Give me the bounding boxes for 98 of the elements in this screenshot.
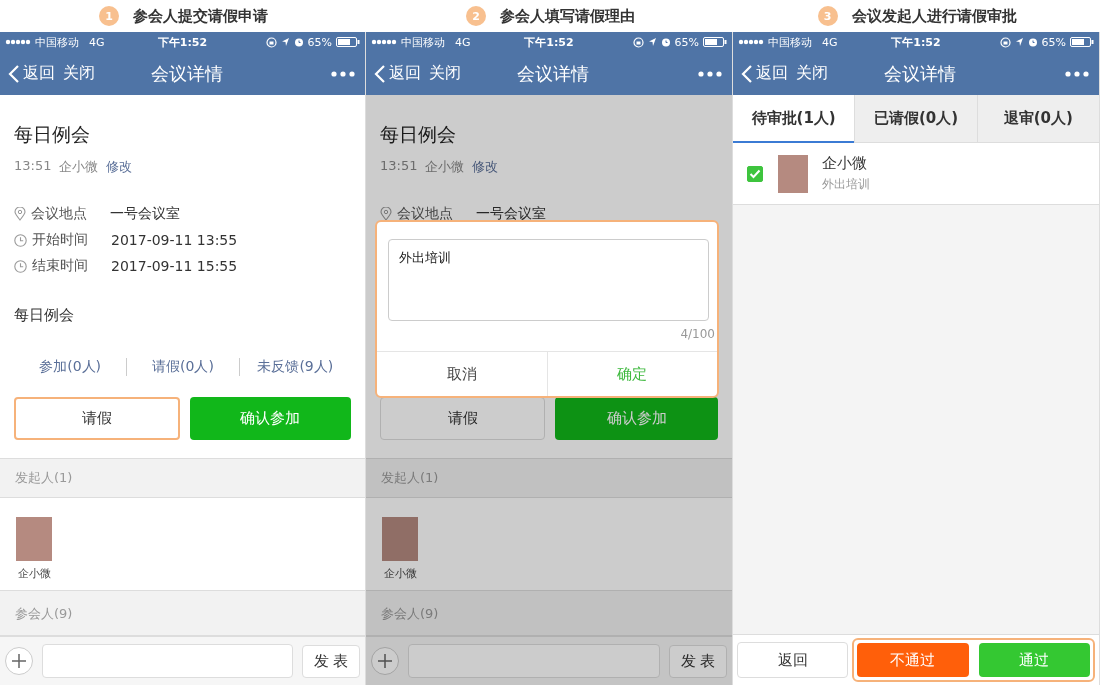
- status-time: 下午1:52: [524, 34, 574, 50]
- created-time: 13:51: [14, 158, 52, 175]
- step-number-badge: 3: [817, 6, 838, 26]
- close-button[interactable]: 关闭: [429, 63, 461, 84]
- filter-tab[interactable]: 退审(0人): [976, 95, 1099, 143]
- add-button[interactable]: [5, 647, 33, 675]
- plus-icon: [376, 652, 394, 670]
- orientation-lock-icon: [265, 36, 277, 48]
- network-type: 4G: [455, 35, 471, 49]
- created-time: 13:51: [380, 158, 418, 175]
- filter-tab[interactable]: 待审批(1人): [733, 95, 855, 143]
- person-name: 企小微: [17, 566, 51, 581]
- clock-icon: [14, 233, 27, 247]
- signal-dots-icon: [5, 39, 31, 45]
- leave-button[interactable]: 请假: [14, 397, 180, 440]
- battery-percent: 65%: [674, 35, 699, 49]
- clock-icon: [14, 259, 27, 273]
- page-title: 会议详情: [517, 61, 589, 86]
- reason-text-field[interactable]: 外出培训: [388, 239, 709, 321]
- back-button[interactable]: 返回: [8, 63, 55, 84]
- organizer-name: 企小微: [425, 158, 465, 176]
- chevron-left-icon: [741, 63, 753, 84]
- more-icon[interactable]: [331, 70, 355, 77]
- edit-link[interactable]: 修改: [106, 158, 133, 176]
- back-button[interactable]: 返回: [374, 63, 421, 84]
- location-pin-icon: [380, 207, 392, 221]
- meeting-title: 每日例会: [14, 122, 91, 147]
- organizer-name: 企小微: [59, 158, 99, 176]
- attendance-count-link[interactable]: 未反馈(9人): [238, 358, 351, 376]
- edit-link[interactable]: 修改: [472, 158, 499, 176]
- step-caption: 会议发起人进行请假审批: [851, 6, 1017, 26]
- detail-label: 开始时间: [32, 231, 89, 249]
- battery-percent: 65%: [1041, 35, 1066, 49]
- avatar-placeholder: [382, 517, 418, 561]
- character-counter: 4/100: [679, 326, 716, 343]
- location-arrow-icon: [647, 37, 657, 47]
- leave-button[interactable]: 请假: [380, 397, 545, 440]
- carrier-name: 中国移动: [768, 34, 812, 50]
- detail-value: 一号会议室: [110, 205, 180, 223]
- carrier-name: 中国移动: [35, 34, 79, 50]
- checkbox[interactable]: [747, 165, 763, 182]
- step-caption: 参会人提交请假申请: [133, 6, 268, 26]
- leave-reason: 外出培训: [822, 176, 870, 193]
- step-number-badge: 1: [99, 6, 119, 26]
- orientation-lock-icon: [999, 36, 1011, 48]
- alarm-clock-icon: [1027, 37, 1038, 47]
- more-icon[interactable]: [698, 70, 722, 77]
- chevron-left-icon: [8, 63, 20, 84]
- detail-label: 会议地点: [397, 205, 454, 223]
- alarm-clock-icon: [660, 37, 671, 47]
- step-number-badge: 2: [466, 6, 486, 26]
- detail-value: 2017-09-11 15:55: [111, 258, 238, 274]
- close-button[interactable]: 关闭: [63, 63, 95, 84]
- comment-input-field[interactable]: [42, 644, 293, 678]
- orientation-lock-icon: [632, 36, 644, 48]
- plus-icon: [10, 652, 28, 670]
- battery-percent: 65%: [307, 35, 332, 49]
- back-button[interactable]: 返回: [741, 63, 788, 84]
- filter-tab[interactable]: 已请假(0人): [854, 95, 977, 143]
- avatar-placeholder: [16, 517, 52, 561]
- attendance-count-link[interactable]: 参加(0人): [14, 358, 127, 376]
- detail-label: 结束时间: [32, 257, 89, 275]
- detail-value: 一号会议室: [476, 205, 546, 223]
- close-button[interactable]: 关闭: [796, 63, 828, 84]
- signal-dots-icon: [738, 39, 764, 45]
- location-arrow-icon: [280, 37, 290, 47]
- status-time: 下午1:52: [891, 34, 941, 50]
- location-pin-icon: [14, 207, 26, 221]
- carrier-name: 中国移动: [401, 34, 445, 50]
- location-arrow-icon: [1014, 37, 1024, 47]
- meeting-title: 每日例会: [380, 122, 457, 147]
- add-button[interactable]: [371, 647, 399, 675]
- step-caption: 参会人填写请假理由: [500, 6, 635, 26]
- avatar-placeholder: [778, 154, 808, 193]
- back-button[interactable]: 返回: [737, 642, 848, 678]
- page-title: 会议详情: [884, 61, 956, 86]
- detail-value: 2017-09-11 13:55: [111, 232, 238, 248]
- send-button[interactable]: 发 表: [669, 644, 727, 678]
- signal-dots-icon: [371, 39, 397, 45]
- reject-button[interactable]: 不通过: [857, 643, 969, 677]
- page-title: 会议详情: [150, 61, 223, 86]
- battery-icon: [1070, 37, 1094, 47]
- attendance-count-link[interactable]: 请假(0人): [126, 358, 239, 376]
- network-type: 4G: [89, 35, 105, 49]
- confirm-attend-button[interactable]: 确认参加: [189, 397, 351, 440]
- comment-input-field[interactable]: [408, 644, 660, 678]
- send-button[interactable]: 发 表: [302, 644, 360, 678]
- network-type: 4G: [822, 35, 838, 49]
- person-name: 企小微: [822, 154, 868, 173]
- battery-icon: [703, 37, 727, 47]
- chevron-left-icon: [374, 63, 386, 84]
- meeting-description: 每日例会: [14, 306, 74, 324]
- detail-label: 会议地点: [31, 205, 88, 223]
- status-time: 下午1:52: [157, 34, 208, 50]
- person-name: 企小微: [383, 566, 417, 581]
- alarm-clock-icon: [293, 37, 304, 47]
- battery-icon: [336, 37, 360, 47]
- more-icon[interactable]: [1065, 70, 1089, 77]
